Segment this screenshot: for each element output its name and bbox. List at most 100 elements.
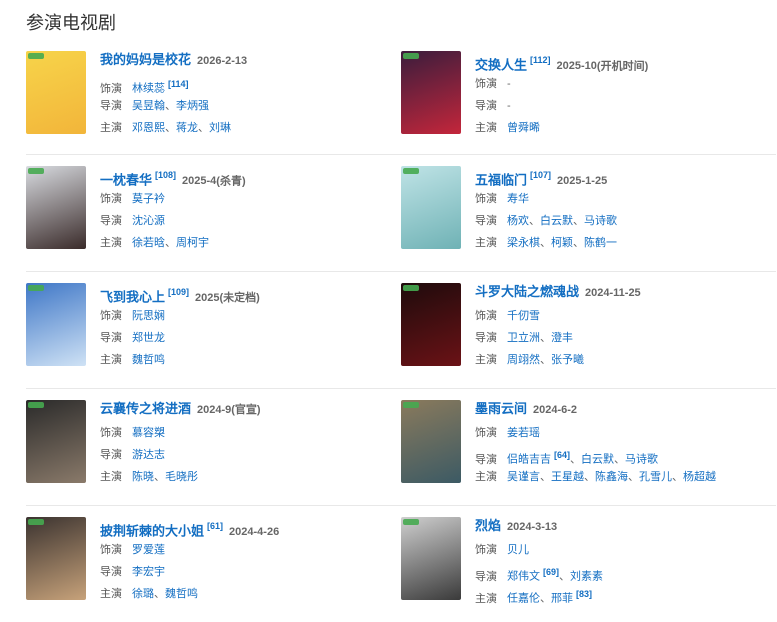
citation-ref[interactable]: [108]: [155, 170, 176, 180]
person-link[interactable]: 魏哲鸣: [165, 588, 198, 600]
person-link[interactable]: 莫子衿: [132, 193, 165, 205]
person-link[interactable]: 罗爱莲: [132, 544, 165, 556]
person-link[interactable]: 柯颖: [551, 237, 573, 249]
person-link[interactable]: 李宏宇: [132, 566, 165, 578]
show-poster[interactable]: [401, 517, 461, 600]
person-link[interactable]: 贝儿: [507, 544, 529, 556]
show-title-link[interactable]: 烈焰: [475, 518, 501, 533]
person-link[interactable]: 徐若晗: [132, 237, 165, 249]
director-label: 导演: [475, 215, 497, 227]
person-link[interactable]: 白云默: [540, 215, 573, 227]
show-title-link[interactable]: 墨雨云间: [475, 401, 527, 416]
person-link[interactable]: 郑伟文: [507, 571, 540, 583]
person-link[interactable]: 任嘉伦: [507, 593, 540, 605]
person-link[interactable]: 刘素素: [570, 571, 603, 583]
person-link[interactable]: 侣皓吉吉: [507, 454, 551, 466]
role-label: 饰演: [475, 193, 497, 205]
director-label: 导演: [100, 566, 122, 578]
show-poster[interactable]: [401, 400, 461, 483]
person-link[interactable]: 杨欢: [507, 215, 529, 227]
person-link[interactable]: 姜若瑶: [507, 427, 540, 439]
separator: 、: [540, 471, 551, 483]
show-info: 五福临门 [107]2025-1-25 饰演 寿华 导演 杨欢、白云默、马诗歌 主演 梁永棋、…: [475, 166, 765, 254]
show-poster[interactable]: [26, 51, 86, 134]
citation-ref[interactable]: [69]: [543, 567, 559, 577]
show-title-link[interactable]: 五福临门: [475, 172, 527, 187]
show-poster[interactable]: [26, 166, 86, 249]
person-link[interactable]: 郑世龙: [132, 332, 165, 344]
person-link[interactable]: 周柯宇: [176, 237, 209, 249]
person-link[interactable]: 吴谨言: [507, 471, 540, 483]
role-line: 饰演 阮思娴: [100, 305, 390, 327]
person-link[interactable]: 徐璐: [132, 588, 154, 600]
person-link[interactable]: 邓恩熙: [132, 122, 165, 134]
person-link[interactable]: 杨超越: [683, 471, 716, 483]
person-link[interactable]: 沈沁源: [132, 215, 165, 227]
title-line: 我的妈妈是校花 2026-2-13: [100, 51, 390, 73]
citation-ref[interactable]: [61]: [207, 521, 223, 531]
person-link[interactable]: 曾舜晞: [507, 122, 540, 134]
person-link[interactable]: 白云默: [581, 454, 614, 466]
person-link[interactable]: 千仞雪: [507, 310, 540, 322]
citation-ref[interactable]: [112]: [530, 55, 551, 65]
citation-ref[interactable]: [114]: [168, 79, 189, 89]
role-line: 饰演 姜若瑶: [475, 422, 765, 444]
person-link[interactable]: 毛晓彤: [165, 471, 198, 483]
citation-ref[interactable]: [107]: [530, 170, 551, 180]
person-link[interactable]: 王星越: [551, 471, 584, 483]
person-link[interactable]: 邢菲: [551, 593, 573, 605]
platform-badge-icon: [28, 519, 44, 525]
show-title-link[interactable]: 披荆斩棘的大小姐: [100, 523, 204, 538]
person-link[interactable]: 孔雪儿: [639, 471, 672, 483]
person-link[interactable]: 陈晓: [132, 471, 154, 483]
person-link[interactable]: 马诗歌: [584, 215, 617, 227]
show-title-link[interactable]: 斗罗大陆之燃魂战: [475, 284, 579, 299]
show-title-link[interactable]: 云襄传之将进酒: [100, 401, 191, 416]
show-card: 烈焰 2024-3-13 饰演 贝儿 导演 郑伟文 [69]、刘素素 主演 任嘉伦、邢菲 [83]: [401, 517, 761, 607]
person-link[interactable]: 林续蕊: [132, 83, 165, 95]
person-link[interactable]: 刘琳: [209, 122, 231, 134]
show-info: 斗罗大陆之燃魂战 2024-11-25 饰演 千仞雪 导演 卫立洲、澄丰 主演 周翊然、张予曦: [475, 283, 765, 371]
person-link[interactable]: 慕容槊: [132, 427, 165, 439]
person-link[interactable]: 周翊然: [507, 354, 540, 366]
show-poster[interactable]: [401, 166, 461, 249]
show-poster[interactable]: [26, 400, 86, 483]
show-card: 斗罗大陆之燃魂战 2024-11-25 饰演 千仞雪 导演 卫立洲、澄丰 主演 周翊然、张予曦: [401, 283, 761, 373]
person-link[interactable]: 寿华: [507, 193, 529, 205]
platform-badge-icon: [403, 519, 419, 525]
person-link[interactable]: 魏哲鸣: [132, 354, 165, 366]
starring-line: 主演 徐若晗、周柯宇: [100, 232, 390, 254]
person-link[interactable]: 卫立洲: [507, 332, 540, 344]
show-poster[interactable]: [26, 517, 86, 600]
section-title: 参演电视剧: [26, 13, 116, 33]
director-line: 导演 李宏宇: [100, 561, 390, 583]
person-link[interactable]: 梁永棋: [507, 237, 540, 249]
title-line: 一枕春华 [108] 2025-4(杀青): [100, 166, 390, 188]
show-title-link[interactable]: 我的妈妈是校花: [100, 52, 191, 67]
citation-ref[interactable]: [64]: [554, 450, 570, 460]
director-label: 导演: [475, 100, 497, 112]
show-poster[interactable]: [401, 51, 461, 134]
show-title-link[interactable]: 交换人生: [475, 57, 527, 72]
show-title-link[interactable]: 飞到我心上: [100, 289, 165, 304]
show-poster[interactable]: [401, 283, 461, 366]
person-link[interactable]: 澄丰: [551, 332, 573, 344]
person-link[interactable]: 游达志: [132, 449, 165, 461]
citation-ref[interactable]: [109]: [168, 287, 189, 297]
show-title-link[interactable]: 一枕春华: [100, 172, 152, 187]
person-link[interactable]: 阮思娴: [132, 310, 165, 322]
person-link[interactable]: 蒋龙: [176, 122, 198, 134]
person-link[interactable]: 陈鑫海: [595, 471, 628, 483]
role-line: 饰演 林续蕊 [114]: [100, 73, 390, 95]
show-info: 墨雨云间 2024-6-2 饰演 姜若瑶 导演 侣皓吉吉 [64]、白云默、马诗歌 主演 吴谨言…: [475, 400, 765, 488]
person-link[interactable]: 吴昱翰: [132, 100, 165, 112]
show-info: 披荆斩棘的大小姐 [61]2024-4-26 饰演 罗爱莲 导演 李宏宇 主演 徐璐、魏哲鸣: [100, 517, 390, 605]
person-link[interactable]: 陈鹤一: [584, 237, 617, 249]
person-link[interactable]: 马诗歌: [625, 454, 658, 466]
person-link[interactable]: 李炳强: [176, 100, 209, 112]
role-label: 饰演: [100, 544, 122, 556]
person-link[interactable]: 张予曦: [551, 354, 584, 366]
show-date: 2026-2-13: [197, 55, 248, 67]
show-poster[interactable]: [26, 283, 86, 366]
citation-ref[interactable]: [83]: [576, 589, 592, 599]
